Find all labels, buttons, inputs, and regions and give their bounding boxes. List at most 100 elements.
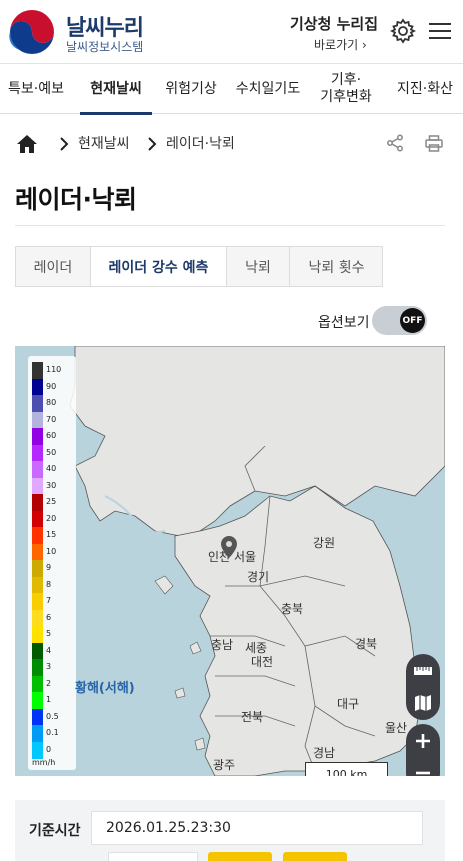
map-layers-icon — [415, 695, 431, 711]
legend-swatch — [32, 560, 43, 577]
page-title: 레이더·낙뢰 — [15, 185, 137, 214]
map-label-seoul: 서울 — [234, 550, 257, 564]
map-label-gwangju: 광주 — [213, 758, 236, 772]
legend-value-label: 50 — [46, 447, 57, 457]
legend-swatch — [32, 725, 43, 742]
legend-swatch — [32, 477, 43, 495]
options-label: 옵션보기 — [318, 315, 370, 331]
legend-swatch — [32, 708, 43, 726]
legend-swatch — [32, 527, 43, 544]
breadcrumb-current-weather[interactable]: 현재날씨 — [78, 128, 130, 158]
zoom-out-button[interactable] — [406, 757, 440, 776]
legend-swatch — [32, 461, 43, 478]
share-icon[interactable] — [386, 134, 404, 152]
legend-value-label: 70 — [46, 414, 57, 424]
plus-icon — [416, 734, 430, 748]
zoom-control-group — [406, 724, 440, 776]
legend-swatch — [32, 411, 43, 429]
legend-value-label: 10 — [46, 546, 57, 556]
ruler-icon — [414, 667, 432, 675]
nav-climate[interactable]: 기후· 기후변화 — [314, 64, 378, 114]
legend-unit: mm/h — [32, 758, 56, 767]
next-time-button[interactable] — [283, 852, 347, 861]
government-emblem-icon[interactable] — [6, 6, 58, 58]
legend-value-label: 15 — [46, 530, 57, 539]
legend-value-label: 9 — [46, 563, 52, 572]
legend-swatch — [32, 444, 43, 462]
legend-swatch — [32, 593, 43, 610]
map-scale-bar: 100 km — [305, 762, 388, 776]
gear-icon[interactable] — [390, 18, 416, 44]
kma-homepage-shortcut[interactable]: 바로가기 › — [314, 36, 367, 53]
map-label-chungbuk: 충북 — [281, 602, 304, 616]
legend-swatch — [32, 395, 43, 412]
hamburger-icon[interactable] — [428, 20, 452, 42]
map-label-gyeonggi: 경기 — [247, 570, 270, 584]
reference-time-value: 2026.01.25.23:30 — [91, 811, 423, 845]
legend-value-label: 90 — [46, 381, 57, 391]
legend-swatch — [32, 543, 43, 561]
map-label-yellow-sea: 황해(서해) — [75, 681, 135, 696]
minus-icon — [416, 771, 430, 775]
legend-value-label: 0.1 — [46, 728, 59, 737]
tab-radar-precipitation-forecast[interactable]: 레이더 강수 예측 — [91, 247, 227, 286]
reference-time-label: 기준시간 — [29, 823, 81, 839]
legend-swatch — [32, 494, 43, 511]
breadcrumb-radar-lightning[interactable]: 레이더·낙뢰 — [166, 128, 235, 158]
main-navigation: 특보·예보 현재날씨 위험기상 수치일기도 기후· 기후변화 지진·화산 — [0, 64, 463, 115]
legend-swatch — [32, 378, 43, 396]
date-select[interactable] — [108, 852, 198, 861]
map-label-daegu: 대구 — [337, 697, 360, 711]
tab-lightning[interactable]: 낙뢰 — [227, 247, 290, 286]
location-pin-icon[interactable] — [221, 536, 237, 558]
map-label-gangwon: 강원 — [313, 536, 336, 550]
map-label-gyeongnam: 경남 — [313, 746, 336, 760]
legend-swatch — [32, 642, 43, 660]
tab-lightning-count[interactable]: 낙뢰 횟수 — [290, 247, 383, 286]
chevron-right-icon — [60, 137, 69, 151]
zoom-in-button[interactable] — [406, 725, 440, 757]
tab-radar[interactable]: 레이더 — [16, 247, 91, 286]
map-label-jeonbuk: 전북 — [241, 710, 264, 724]
legend-swatch — [32, 741, 43, 759]
nav-hazard-weather[interactable]: 위험기상 — [160, 64, 222, 114]
legend-value-label: 0 — [46, 744, 52, 754]
legend-value-label: 80 — [46, 398, 57, 407]
chevron-right-icon — [148, 137, 157, 151]
legend-value-label: 8 — [46, 579, 52, 589]
legend-value-label: 20 — [46, 513, 57, 523]
legend-swatch — [32, 692, 43, 709]
legend-value-label: 110 — [46, 365, 62, 374]
map-label-gyeongbuk: 경북 — [355, 637, 378, 651]
map-label-daejeon: 대전 — [251, 655, 274, 669]
print-icon[interactable] — [425, 135, 443, 152]
legend-value-label: 1 — [46, 695, 52, 704]
home-icon[interactable] — [16, 133, 38, 155]
layers-button[interactable] — [406, 687, 440, 719]
kma-homepage-link[interactable]: 기상청 누리집 — [290, 13, 378, 34]
radar-map[interactable]: 110 90 80 70 60 50 40 30 25 20 15 10 9 8 7 6 5 4 3 2 1 0.5 0.1… — [15, 346, 445, 776]
prev-time-button[interactable] — [208, 852, 272, 861]
legend-value-label: 6 — [46, 612, 52, 622]
legend-value-label: 3 — [46, 662, 52, 671]
nav-forecast[interactable]: 특보·예보 — [4, 64, 68, 114]
options-toggle[interactable]: OFF — [372, 306, 427, 335]
content-tabs: 레이더 레이더 강수 예측 낙뢰 낙뢰 횟수 — [15, 246, 383, 287]
map-label-ulsan: 울산 — [385, 721, 408, 735]
map-tool-group — [406, 654, 440, 720]
legend-value-label: 40 — [46, 464, 57, 473]
legend-swatch — [32, 659, 43, 676]
nav-earthquake-volcano[interactable]: 지진·화산 — [390, 64, 460, 114]
legend-value-label: 2 — [46, 678, 52, 688]
nav-current-weather[interactable]: 현재날씨 — [80, 64, 152, 115]
map-label-chungnam: 충남 — [211, 638, 234, 652]
toggle-state: OFF — [400, 308, 425, 333]
nav-weather-chart[interactable]: 수치일기도 — [230, 64, 306, 114]
legend-swatch — [32, 362, 43, 379]
legend-swatch — [32, 675, 43, 693]
legend-value-label: 25 — [46, 497, 57, 506]
site-logo-subtitle: 날씨정보시스템 — [66, 40, 144, 54]
ruler-button[interactable] — [406, 655, 440, 687]
legend-value-label: 4 — [46, 645, 52, 655]
title-divider — [15, 225, 445, 226]
